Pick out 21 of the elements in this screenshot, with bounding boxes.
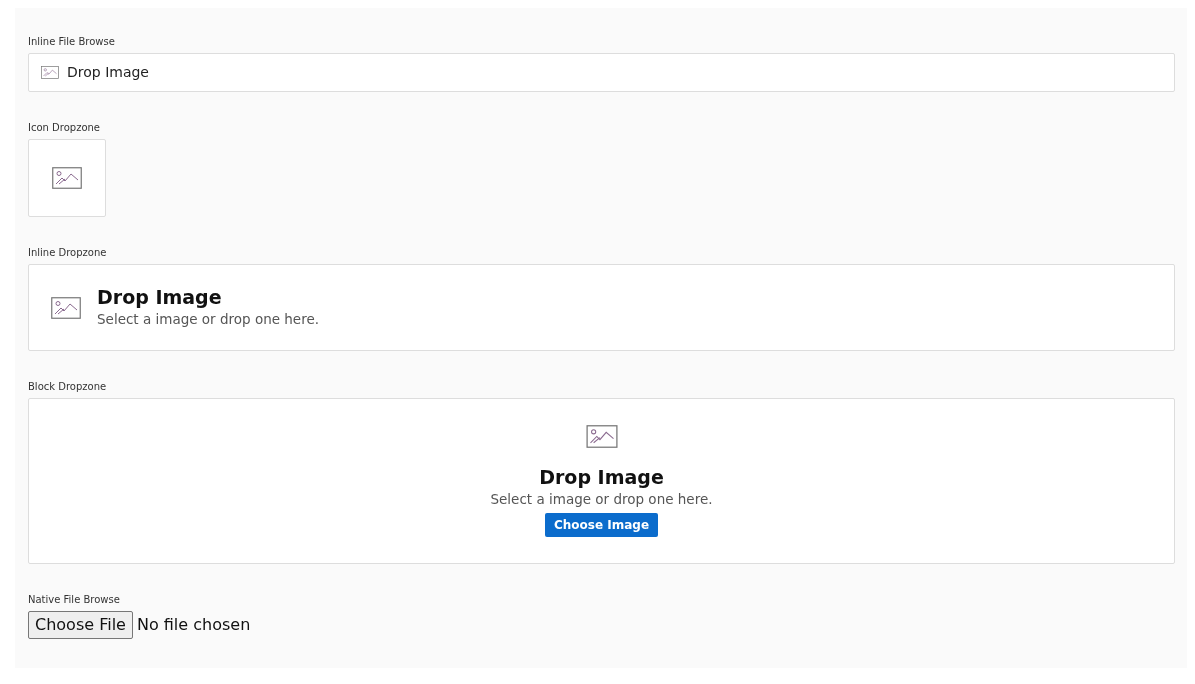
image-icon (41, 66, 59, 79)
inline-dropzone[interactable]: Drop Image Select a image or drop one here. (28, 264, 1175, 351)
icon-dropzone[interactable] (28, 139, 106, 217)
file-drop-field[interactable]: Drop Image (28, 53, 1175, 92)
block-dropzone[interactable]: Drop Image Select a image or drop one here. Choose Image (28, 398, 1175, 564)
dropzone-hint: Select a image or drop one here. (490, 489, 713, 509)
drop-label: Drop Image (67, 63, 149, 82)
dropzone-title: Drop Image (539, 465, 664, 489)
field-label: Block Dropzone (28, 380, 107, 394)
field-label: Icon Dropzone (28, 121, 100, 135)
field-label: Inline Dropzone (28, 246, 107, 260)
dropzone-title: Drop Image (97, 285, 223, 309)
dropzone-hint: Select a image or drop one here. (97, 309, 319, 329)
file-status: No file chosen (136, 614, 251, 636)
field-label: Inline File Browse (28, 35, 115, 49)
field-label: Native File Browse (28, 593, 120, 607)
choose-file-button[interactable]: Choose File (28, 611, 133, 639)
choose-image-button[interactable]: Choose Image (544, 513, 659, 537)
image-icon (51, 296, 81, 319)
image-icon (52, 167, 82, 189)
image-icon (585, 424, 618, 448)
